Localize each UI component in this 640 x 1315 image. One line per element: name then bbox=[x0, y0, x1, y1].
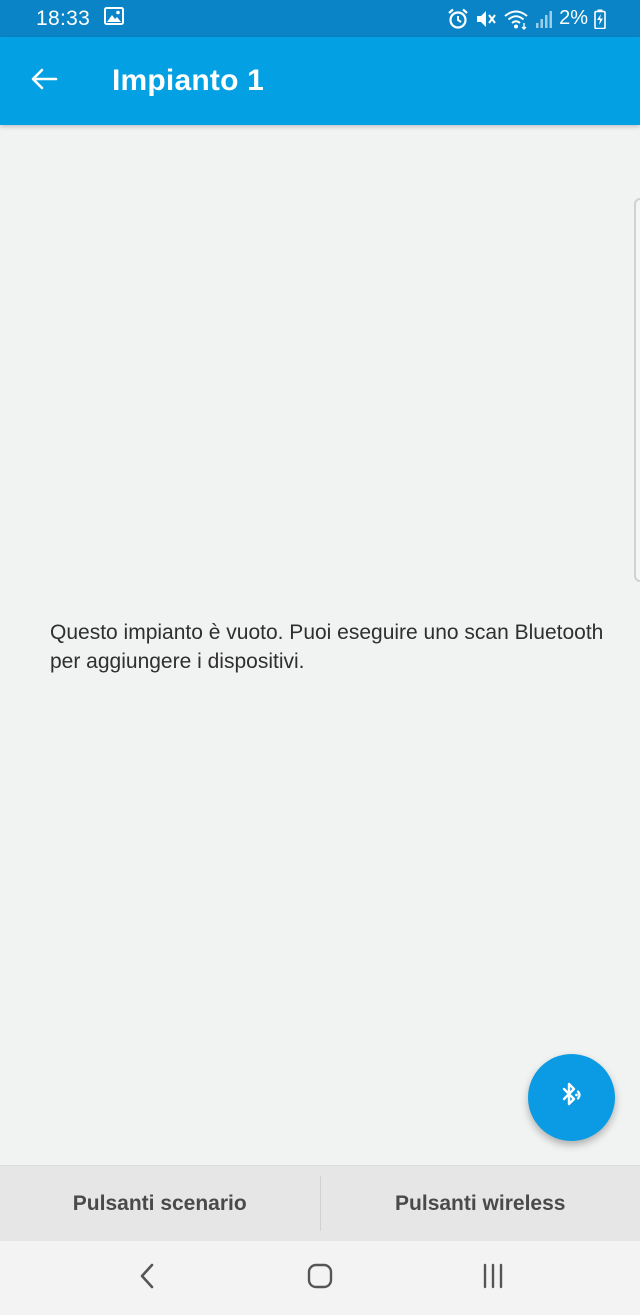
nav-recents-icon bbox=[480, 1263, 506, 1294]
bluetooth-scan-button[interactable] bbox=[528, 1054, 615, 1141]
alarm-icon bbox=[447, 8, 469, 30]
nav-home-icon bbox=[306, 1262, 334, 1295]
empty-state-message: Questo impianto è vuoto. Puoi eseguire u… bbox=[50, 621, 604, 673]
screen: 18:33 2% Impianto 1 Questo impianto è vu… bbox=[0, 0, 640, 1315]
arrow-back-icon bbox=[30, 67, 58, 96]
app-bar: Impianto 1 bbox=[0, 37, 640, 125]
status-right: 2% bbox=[447, 7, 606, 30]
nav-recents-button[interactable] bbox=[453, 1248, 533, 1308]
nav-back-button[interactable] bbox=[107, 1248, 187, 1308]
bottom-button-bar: Pulsanti scenario Pulsanti wireless bbox=[0, 1165, 640, 1241]
status-time: 18:33 bbox=[36, 6, 91, 30]
signal-icon bbox=[535, 9, 553, 29]
status-left: 18:33 bbox=[36, 6, 125, 31]
scenario-buttons-button[interactable]: Pulsanti scenario bbox=[0, 1166, 320, 1241]
status-bar: 18:33 2% bbox=[0, 0, 640, 37]
wifi-icon bbox=[503, 8, 529, 30]
page-title: Impianto 1 bbox=[112, 64, 265, 97]
mute-icon bbox=[475, 8, 497, 30]
wireless-buttons-button[interactable]: Pulsanti wireless bbox=[321, 1166, 640, 1241]
image-icon bbox=[104, 7, 125, 30]
scrollbar-handle[interactable] bbox=[634, 198, 640, 582]
battery-text: 2% bbox=[559, 7, 588, 29]
system-nav-bar bbox=[0, 1241, 640, 1315]
battery-charging-icon bbox=[594, 9, 606, 29]
nav-home-button[interactable] bbox=[280, 1248, 360, 1308]
bluetooth-scan-icon bbox=[555, 1078, 589, 1117]
back-button[interactable] bbox=[0, 37, 88, 125]
nav-back-icon bbox=[137, 1262, 157, 1295]
